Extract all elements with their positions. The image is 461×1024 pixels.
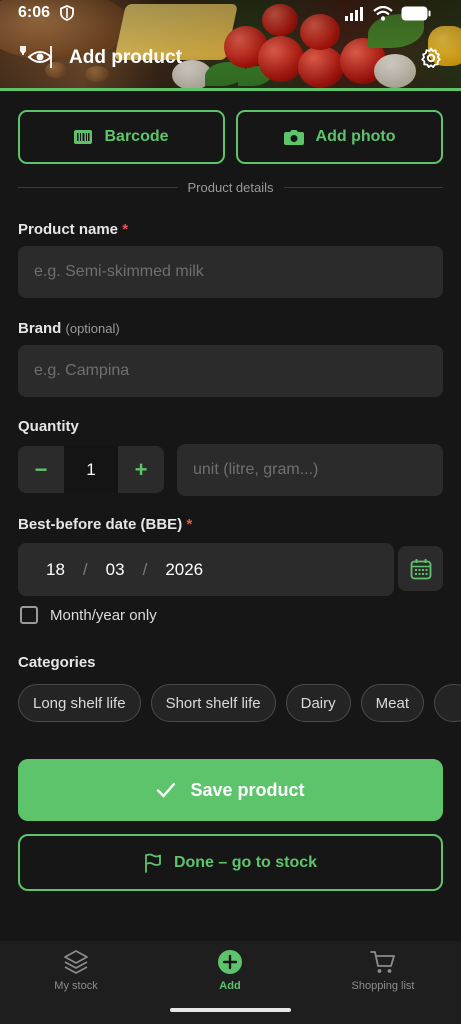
category-chip[interactable]: Meat [360,684,424,722]
save-product-label: Save product [190,779,305,800]
camera-icon [283,130,304,145]
optional-hint: (optional) [65,321,120,336]
product-name-label: Product name * [18,221,129,238]
cart-icon [370,951,395,973]
section-title: Product details [187,179,274,195]
nav-item-my-stock[interactable]: My stock [16,949,136,992]
fridge-logo-icon [20,46,53,68]
section-divider: Product details [18,178,443,196]
header-banner: 6:06 Add product [0,0,461,90]
status-bar: 6:06 [0,0,461,28]
required-mark: * [122,221,129,238]
plus-circle-icon [218,950,242,974]
quantity-stepper: − 1 + [18,446,164,493]
category-chip[interactable]: Dairy [285,684,351,722]
categories-label: Categories [18,654,96,671]
category-chip[interactable] [434,684,461,722]
category-chip[interactable]: Long shelf life [18,684,141,722]
calendar-button[interactable] [398,546,443,591]
unit-placeholder: unit (litre, gram...) [193,461,319,478]
gear-icon[interactable] [419,46,443,70]
barcode-icon [74,130,93,144]
brand-label: Brand (optional) [18,320,120,337]
shield-icon [60,5,74,21]
nav-item-add[interactable]: Add [170,949,290,992]
check-icon [157,782,176,798]
brand-input[interactable]: e.g. Campina [18,345,443,397]
date-separator: / [82,559,88,579]
barcode-button-label: Barcode [104,128,169,145]
home-indicator[interactable] [170,1008,291,1012]
bbe-year-input[interactable]: 2026 [165,560,203,580]
month-year-only-label: Month/year only [50,606,157,624]
save-product-button[interactable]: Save product [18,759,443,821]
month-year-only-option[interactable]: Month/year only [20,606,157,624]
date-separator: / [142,559,148,579]
add-photo-button[interactable]: Add photo [236,110,443,164]
product-name-placeholder: e.g. Semi-skimmed milk [34,263,204,280]
product-name-input[interactable]: e.g. Semi-skimmed milk [18,246,443,298]
page-title: Add product [69,47,182,68]
battery-icon [401,6,431,21]
brand-placeholder: e.g. Campina [34,362,130,379]
wifi-icon [373,6,393,21]
header-divider [0,88,461,91]
calendar-icon [410,558,431,579]
bbe-label: Best-before date (BBE) * [18,516,193,533]
nav-item-shopping-list[interactable]: Shopping list [323,949,443,992]
bbe-date-field: 18 / 03 / 2026 [18,543,394,596]
signal-icon [345,6,363,21]
month-year-only-checkbox[interactable] [20,606,38,624]
bottom-navigation: My stock Add Shopping list [0,941,461,1024]
bbe-day-input[interactable]: 18 [46,560,65,580]
unit-input[interactable]: unit (litre, gram...) [177,444,443,496]
bbe-month-input[interactable]: 03 [106,560,125,580]
quantity-label: Quantity [18,418,79,435]
status-time: 6:06 [18,4,51,21]
increment-button[interactable]: + [118,446,164,493]
barcode-button[interactable]: Barcode [18,110,225,164]
nav-label: My stock [54,980,98,992]
add-photo-button-label: Add photo [315,128,396,145]
category-chip-list: Long shelf life Short shelf life Dairy M… [18,684,461,722]
done-go-to-stock-button[interactable]: Done – go to stock [18,834,443,891]
category-chip[interactable]: Short shelf life [150,684,276,722]
nav-label: Add [219,980,241,992]
flag-icon [145,853,161,873]
nav-label: Shopping list [351,980,415,992]
decrement-button[interactable]: − [18,446,64,493]
required-mark: * [186,516,193,533]
layers-icon [64,950,88,974]
quantity-value[interactable]: 1 [64,446,118,493]
done-go-to-stock-label: Done – go to stock [173,853,318,871]
